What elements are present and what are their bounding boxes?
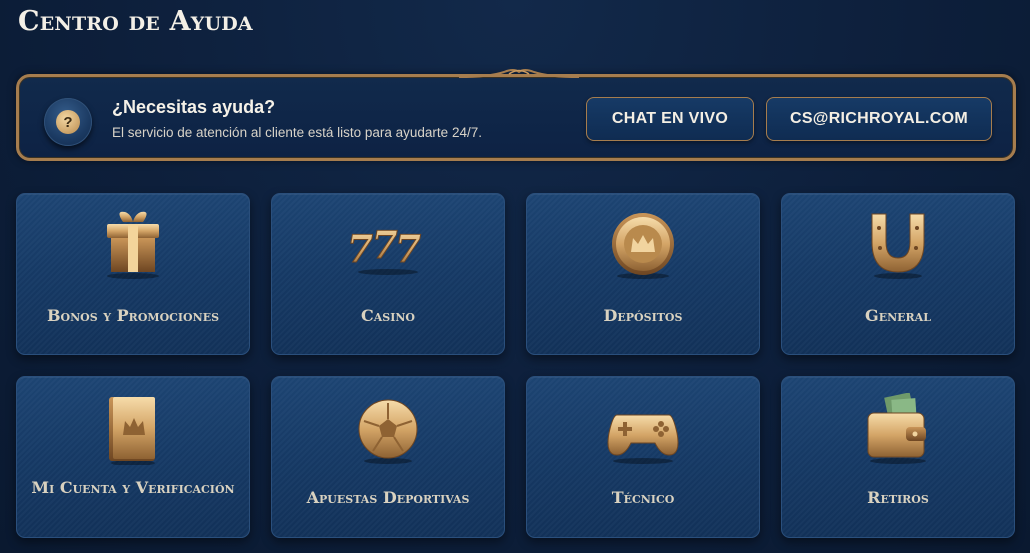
crown-coin-icon	[612, 213, 674, 279]
category-label: General	[865, 306, 931, 325]
slot-777-icon: 7 7 7	[348, 223, 426, 275]
category-label: Mi Cuenta y Verificación	[31, 478, 235, 497]
question-icon: ?	[44, 98, 92, 146]
category-card-tecnico[interactable]: Técnico	[526, 376, 760, 538]
category-card-retiros[interactable]: Retiros	[781, 376, 1015, 538]
category-label: Técnico	[611, 488, 675, 507]
page-title: Centro de Ayuda	[18, 6, 253, 37]
category-card-bonos[interactable]: Bonos y Promociones	[16, 193, 250, 355]
email-support-button[interactable]: CS@RICHROYAL.COM	[766, 97, 992, 141]
category-label: Bonos y Promociones	[46, 306, 220, 325]
help-banner: ? ¿Necesitas ayuda? El servicio de atenc…	[16, 69, 1016, 161]
horseshoe-icon	[871, 213, 925, 279]
gift-icon	[107, 211, 159, 279]
category-card-depositos[interactable]: Depósitos	[526, 193, 760, 355]
crown-book-icon	[109, 397, 155, 465]
wallet-icon	[867, 393, 926, 464]
category-card-apuestas[interactable]: Apuestas Deportivas	[271, 376, 505, 538]
gamepad-icon	[607, 414, 679, 464]
category-card-casino[interactable]: 7 7 7 Casino	[271, 193, 505, 355]
category-label: Retiros	[867, 488, 929, 507]
help-description: El servicio de atención al cliente está …	[112, 125, 482, 140]
category-label: Depósitos	[603, 306, 683, 325]
category-card-general[interactable]: General	[781, 193, 1015, 355]
live-chat-button[interactable]: CHAT EN VIVO	[586, 97, 754, 141]
category-label: Casino	[361, 306, 415, 325]
category-label: Apuestas Deportivas	[306, 488, 470, 507]
soccer-ball-icon	[358, 399, 418, 464]
ornament-icon	[459, 69, 579, 78]
help-title: ¿Necesitas ayuda?	[112, 97, 276, 117]
category-card-cuenta[interactable]: Mi Cuenta y Verificación	[16, 376, 250, 538]
